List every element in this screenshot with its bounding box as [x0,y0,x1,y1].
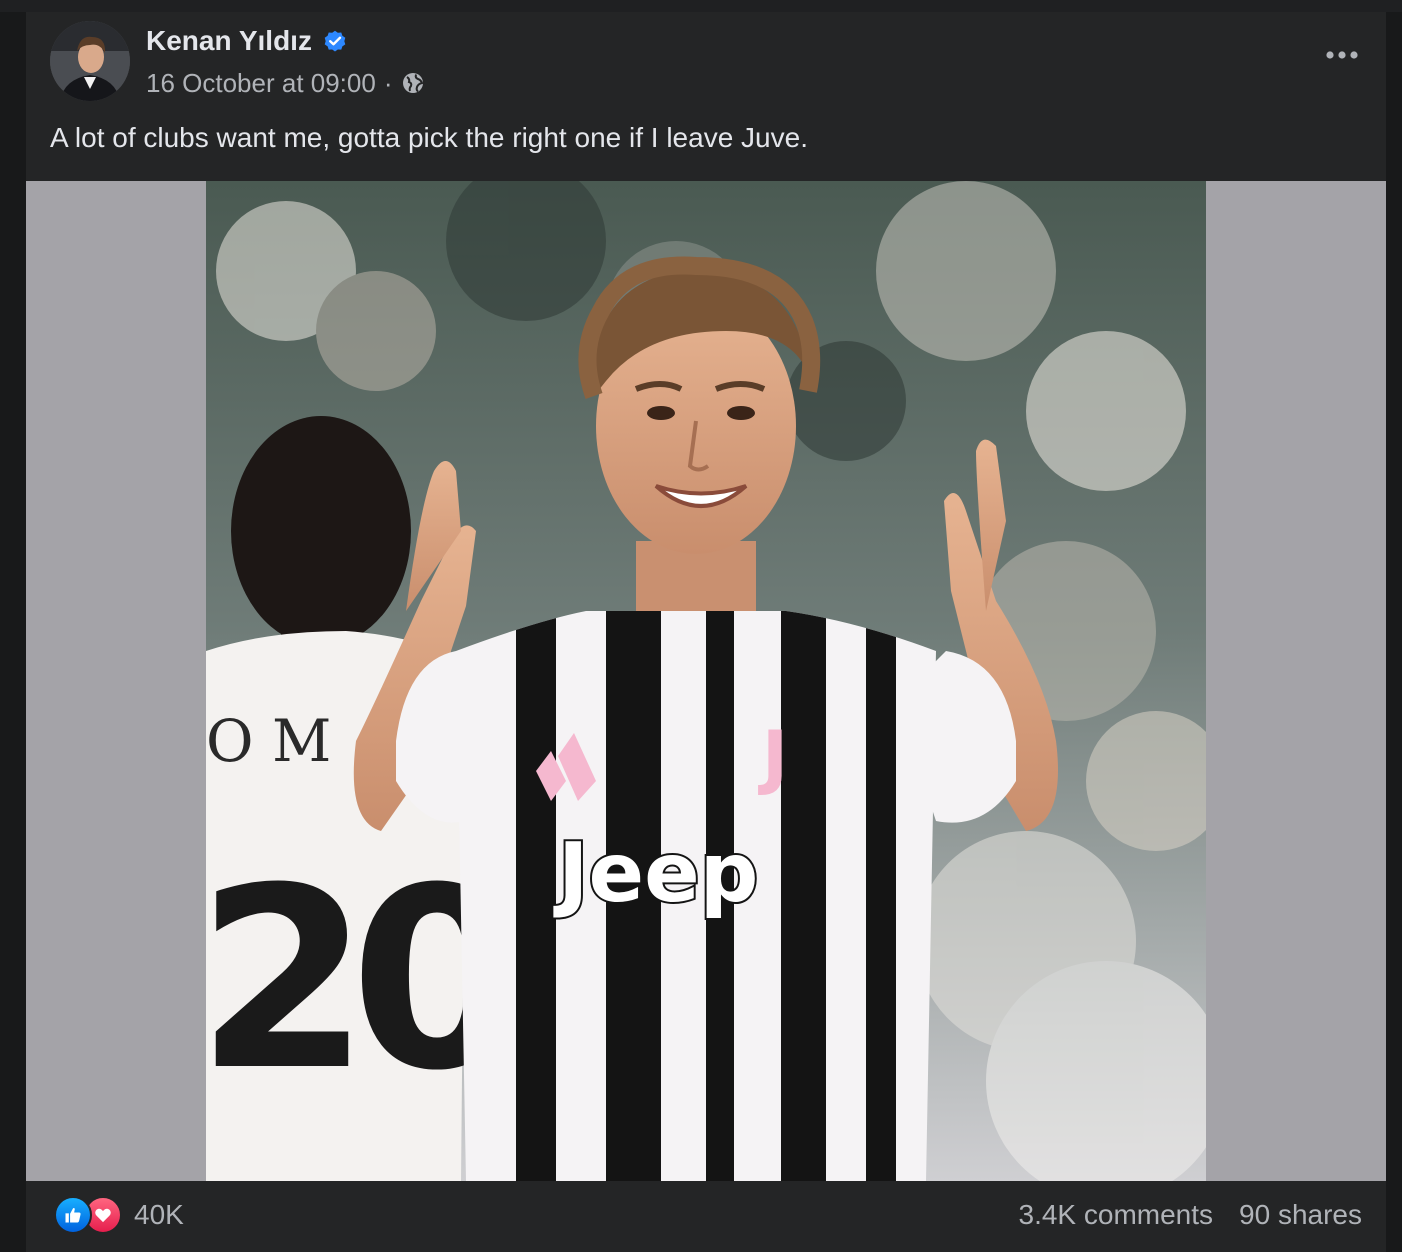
post-caption: A lot of clubs want me, gotta pick the r… [50,122,808,153]
author-row: Kenan Yıldız [146,24,348,58]
post-card: Kenan Yıldız 16 October at 09:00 · A lot… [26,12,1386,1252]
verified-badge-icon [322,28,348,54]
comments-count-link[interactable]: 3.4K comments [1019,1199,1214,1231]
like-reaction-icon [54,1196,92,1234]
post-footer: 40K 3.4K comments 90 shares [26,1181,1386,1252]
shares-count-link[interactable]: 90 shares [1239,1199,1362,1231]
reactions-summary[interactable]: 40K [54,1196,184,1234]
reaction-count: 40K [134,1199,184,1230]
author-avatar[interactable] [50,21,130,101]
top-strip [0,0,1402,12]
avatar-image [50,21,130,101]
post-meta: 16 October at 09:00 · [146,66,425,100]
globe-icon[interactable] [401,71,425,95]
svg-text:J: J [758,716,788,798]
meta-separator: · [383,67,393,98]
player-photo-illustration: O M 20 Jeep J [206,181,1206,1181]
more-dots-icon [1326,51,1358,59]
post-header: Kenan Yıldız 16 October at 09:00 · [26,12,1386,112]
engagement-stats: 3.4K comments 90 shares [1019,1197,1363,1233]
shirt-sponsor-text: Jeep [553,826,758,921]
author-name[interactable]: Kenan Yıldız [146,24,312,58]
teammate-name-text: O M [206,707,331,775]
post-media[interactable]: O M 20 Jeep J [26,181,1386,1181]
post-timestamp[interactable]: 16 October at 09:00 [146,68,376,99]
post-photo[interactable]: O M 20 Jeep J [206,181,1206,1181]
more-options-button[interactable] [1320,38,1364,72]
